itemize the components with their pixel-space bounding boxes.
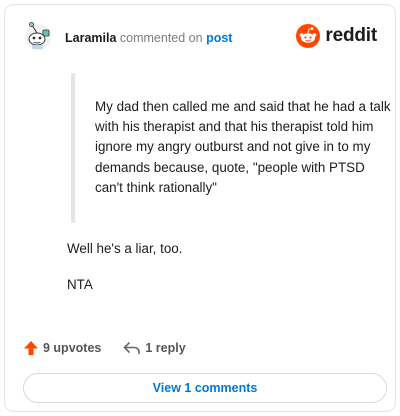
snoo-avatar-icon (25, 22, 51, 50)
comment-header: Laramila commented on post reddit (23, 21, 377, 55)
comment-actions: 9 upvotes 1 reply (23, 339, 186, 357)
byline-action: commented on (119, 31, 203, 45)
reply-count: 1 reply (145, 341, 186, 355)
upvote-count: 9 upvotes (43, 341, 102, 355)
comment-paragraph: Well he's a liar, too. (67, 241, 183, 256)
comment-card: Laramila commented on post reddit My dad… (4, 4, 396, 412)
quote-block: My dad then called me and said that he h… (71, 73, 391, 223)
upvote-arrow-icon (24, 341, 38, 355)
post-link[interactable]: post (206, 31, 232, 45)
reply-arrow-icon (124, 342, 141, 355)
reddit-wordmark: reddit (325, 25, 377, 46)
user-avatar[interactable] (23, 21, 53, 51)
reddit-logo[interactable]: reddit (295, 23, 377, 49)
byline: Laramila commented on post (65, 31, 232, 45)
quote-text: My dad then called me and said that he h… (95, 99, 391, 195)
upvote-button[interactable]: 9 upvotes (23, 340, 101, 356)
username[interactable]: Laramila (65, 31, 116, 45)
view-comments-button[interactable]: View 1 comments (23, 373, 387, 403)
reply-button[interactable]: 1 reply (123, 340, 186, 356)
reddit-snoo-icon (296, 24, 321, 48)
comment-paragraph: NTA (67, 277, 93, 292)
